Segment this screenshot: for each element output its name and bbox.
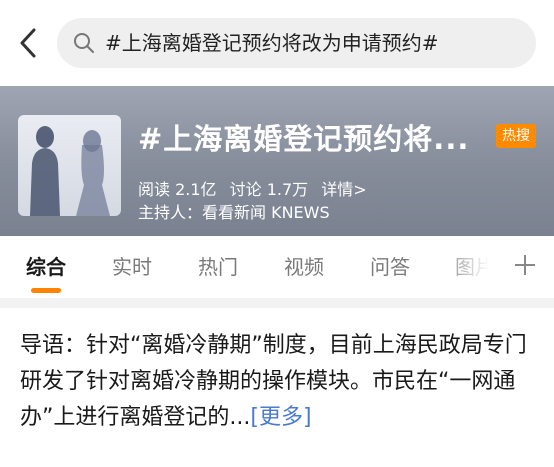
- search-box[interactable]: #上海离婚登记预约将改为申请预约#: [57, 18, 536, 68]
- plus-icon: [515, 255, 535, 275]
- topic-stats: 阅读 2.1亿 讨论 1.7万 详情>: [138, 176, 375, 200]
- chevron-left-icon: [20, 28, 36, 58]
- tab-realtime[interactable]: 实时: [112, 236, 152, 298]
- tab-popular[interactable]: 热门: [198, 236, 238, 298]
- topic-title: #上海离婚登记预约将...: [138, 122, 470, 156]
- top-bar: #上海离婚登记预约将改为申请预约#: [0, 0, 554, 86]
- add-tab-button[interactable]: [508, 248, 542, 282]
- back-button[interactable]: [14, 24, 46, 62]
- topic-header: #上海离婚登记预约将... 热搜 阅读 2.1亿 讨论 1.7万 详情> 主持人…: [0, 86, 554, 236]
- couple-silhouette-image: [18, 115, 121, 216]
- hot-search-badge: 热搜: [496, 124, 536, 148]
- topic-host[interactable]: 主持人：看看新闻 KNEWS: [138, 199, 330, 223]
- tab-overflow-fade: [438, 236, 498, 298]
- tab-video[interactable]: 视频: [284, 236, 324, 298]
- tab-qa[interactable]: 问答: [370, 236, 410, 298]
- read-count: 阅读 2.1亿: [138, 180, 217, 199]
- more-link[interactable]: [更多]: [250, 405, 311, 430]
- search-query[interactable]: #上海离婚登记预约将改为申请预约#: [105, 18, 439, 68]
- discussion-count: 讨论 1.7万: [229, 180, 309, 199]
- details-link[interactable]: 详情>: [321, 180, 366, 199]
- intro-paragraph: 导语：针对“离婚冷静期”制度，目前上海民政局专门研发了针对离婚冷静期的操作模块。…: [20, 328, 540, 436]
- search-icon: [74, 33, 94, 53]
- topic-thumbnail[interactable]: [18, 115, 121, 216]
- tab-bar: 综合 实时 热门 视频 问答 图片: [0, 236, 554, 298]
- active-tab-indicator: [31, 288, 61, 293]
- intro-card: 导语：针对“离婚冷静期”制度，目前上海民政局专门研发了针对离婚冷静期的操作模块。…: [0, 308, 554, 467]
